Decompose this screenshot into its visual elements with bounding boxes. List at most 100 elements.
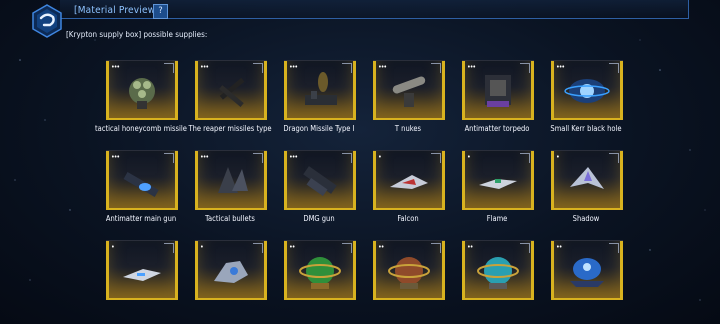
orange-orb-module-icon bbox=[388, 257, 430, 289]
interceptor-ship-icon bbox=[214, 261, 248, 283]
card-frame-bottom bbox=[106, 118, 178, 120]
card-frame-right bbox=[264, 61, 267, 119]
card-frame-left bbox=[106, 151, 109, 209]
dmg-gun-icon bbox=[303, 166, 337, 197]
help-button[interactable]: ? bbox=[153, 4, 168, 19]
supply-card[interactable]: ••• bbox=[106, 150, 178, 210]
fighter-ship-icon bbox=[123, 269, 161, 281]
card-frame-bottom bbox=[284, 298, 356, 300]
supply-card[interactable]: • bbox=[195, 240, 267, 300]
card-frame-bottom bbox=[195, 118, 267, 120]
card-frame-left bbox=[195, 241, 198, 299]
antimatter-torpedo-icon bbox=[485, 75, 511, 107]
supply-item[interactable]: ••• Small Kerr black hole bbox=[550, 60, 623, 133]
card-frame-right bbox=[620, 151, 623, 209]
supply-item[interactable]: ••• tactical honeycomb missile bbox=[95, 60, 187, 133]
falcon-ship-icon bbox=[390, 175, 428, 189]
supply-card[interactable]: ••• bbox=[195, 150, 267, 210]
shadow-ship-icon bbox=[570, 167, 604, 189]
supply-card[interactable]: •• bbox=[284, 240, 356, 300]
card-frame-right bbox=[353, 151, 356, 209]
supply-card[interactable]: • bbox=[373, 150, 445, 210]
card-frame-right bbox=[175, 61, 178, 119]
card-frame-left bbox=[551, 61, 554, 119]
supply-card[interactable]: ••• bbox=[551, 60, 623, 120]
card-frame-right bbox=[175, 151, 178, 209]
supply-card[interactable]: • bbox=[462, 150, 534, 210]
card-frame-right bbox=[353, 61, 356, 119]
dragon-missile-icon bbox=[305, 72, 337, 105]
card-frame-left bbox=[106, 241, 109, 299]
supply-card[interactable]: ••• bbox=[462, 60, 534, 120]
supply-item[interactable]: ••• Tactical bullets bbox=[195, 150, 267, 223]
supply-card[interactable]: ••• bbox=[195, 60, 267, 120]
supply-card[interactable]: ••• bbox=[284, 150, 356, 210]
supply-card[interactable]: • bbox=[106, 240, 178, 300]
card-frame-right bbox=[620, 241, 623, 299]
supply-item[interactable]: ••• DMG gun bbox=[284, 150, 356, 223]
card-frame-left bbox=[284, 61, 287, 119]
card-frame-right bbox=[264, 151, 267, 209]
rarity-badge: • bbox=[200, 243, 204, 251]
supply-item[interactable]: • bbox=[195, 240, 267, 300]
card-frame-left bbox=[551, 151, 554, 209]
card-frame-bottom bbox=[373, 118, 445, 120]
rarity-badge: • bbox=[111, 243, 115, 251]
tactical-bullets-icon bbox=[218, 167, 248, 193]
supply-item[interactable]: ••• T nukes bbox=[373, 60, 445, 133]
supply-item-label: Small Kerr black hole bbox=[550, 124, 622, 133]
antimatter-main-gun-icon bbox=[123, 172, 159, 197]
page-title: [Material Preview] bbox=[74, 5, 160, 16]
supply-item[interactable]: •• bbox=[551, 240, 623, 300]
supply-card[interactable]: ••• bbox=[284, 60, 356, 120]
card-frame-left bbox=[373, 61, 376, 119]
supply-item[interactable]: • Falcon bbox=[373, 150, 445, 223]
supply-item[interactable]: •• bbox=[284, 240, 356, 300]
supply-item[interactable]: ••• Antimatter main gun bbox=[106, 150, 178, 223]
card-frame-right bbox=[531, 61, 534, 119]
supply-description: [Krypton supply box] possible supplies: bbox=[66, 30, 208, 39]
card-frame-left bbox=[195, 151, 198, 209]
supply-item[interactable]: • bbox=[106, 240, 178, 300]
blue-dome-module-icon bbox=[570, 258, 604, 287]
card-frame-right bbox=[442, 61, 445, 119]
card-frame-left bbox=[373, 151, 376, 209]
card-frame-left bbox=[373, 241, 376, 299]
supply-card[interactable]: ••• bbox=[106, 60, 178, 120]
supply-item[interactable]: ••• The reaper missiles type bbox=[188, 60, 272, 133]
supply-item[interactable]: • Shadow bbox=[551, 150, 623, 223]
back-button[interactable] bbox=[30, 4, 64, 38]
card-frame-left bbox=[462, 241, 465, 299]
supply-card[interactable]: • bbox=[551, 150, 623, 210]
supply-item[interactable]: • Flame bbox=[462, 150, 534, 223]
supply-item[interactable]: ••• Antimatter torpedo bbox=[462, 60, 534, 133]
card-frame-bottom bbox=[462, 118, 534, 120]
green-orb-module-icon bbox=[299, 257, 341, 289]
card-frame-left bbox=[462, 151, 465, 209]
card-frame-left bbox=[195, 61, 198, 119]
supply-card[interactable]: •• bbox=[373, 240, 445, 300]
card-frame-bottom bbox=[195, 208, 267, 210]
card-frame-bottom bbox=[551, 118, 623, 120]
card-frame-bottom bbox=[462, 208, 534, 210]
card-frame-right bbox=[175, 241, 178, 299]
card-frame-bottom bbox=[462, 298, 534, 300]
card-frame-bottom bbox=[373, 298, 445, 300]
card-frame-left bbox=[284, 241, 287, 299]
reaper-missiles-icon bbox=[219, 77, 245, 107]
supply-item[interactable]: •• bbox=[373, 240, 445, 300]
honeycomb-missile-icon bbox=[129, 78, 155, 109]
card-frame-bottom bbox=[284, 208, 356, 210]
supply-item[interactable]: ••• Dragon Missile Type I bbox=[283, 60, 356, 133]
card-frame-bottom bbox=[284, 118, 356, 120]
card-frame-right bbox=[353, 241, 356, 299]
supply-card[interactable]: •• bbox=[551, 240, 623, 300]
card-frame-right bbox=[442, 241, 445, 299]
supply-card[interactable]: •• bbox=[462, 240, 534, 300]
card-frame-bottom bbox=[551, 298, 623, 300]
card-frame-left bbox=[284, 151, 287, 209]
supply-item[interactable]: •• bbox=[462, 240, 534, 300]
card-frame-bottom bbox=[195, 298, 267, 300]
supply-card[interactable]: ••• bbox=[373, 60, 445, 120]
rarity-badge: • bbox=[556, 153, 560, 161]
